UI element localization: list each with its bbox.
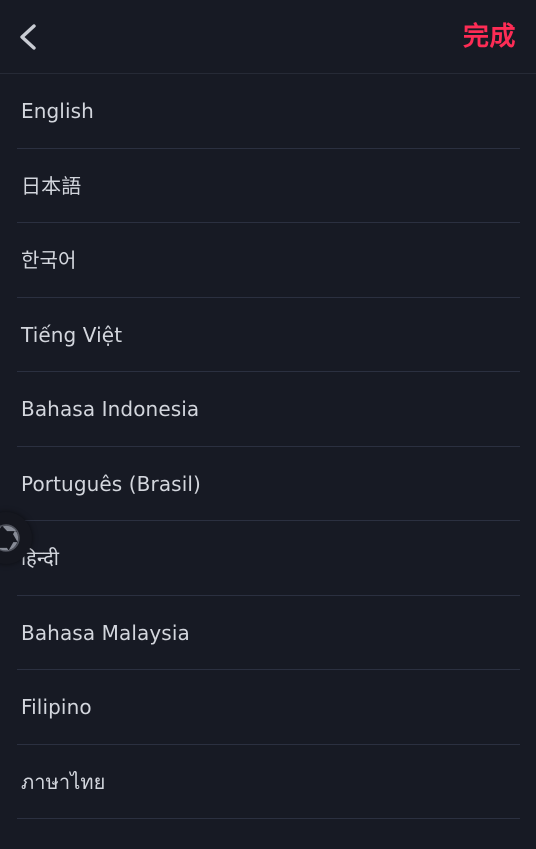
language-label: Bahasa Malaysia [21, 620, 190, 645]
language-label: Português (Brasil) [21, 471, 201, 496]
camera-aperture-icon [0, 523, 21, 553]
language-label: 한국어 [21, 248, 77, 273]
language-label: Bahasa Indonesia [21, 397, 200, 422]
list-item[interactable]: Filipino [0, 670, 536, 745]
language-label: Tiếng Việt [21, 322, 123, 347]
language-label: ภาษาไทย [21, 769, 106, 794]
list-item[interactable]: Português (Brasil) [0, 447, 536, 522]
language-label: English [21, 99, 94, 124]
language-list[interactable]: English 日本語 한국어 Tiếng Việt Bahasa Indone… [0, 74, 536, 849]
list-item[interactable]: Tiếng Việt [0, 298, 536, 373]
back-button[interactable] [14, 16, 56, 58]
list-item[interactable]: 한국어 [0, 223, 536, 298]
list-item[interactable]: ภาษาไทย [0, 745, 536, 820]
page-header: 完成 [0, 0, 536, 74]
chevron-left-icon [14, 22, 40, 52]
list-item[interactable]: English [0, 74, 536, 149]
list-item[interactable]: 日本語 [0, 149, 536, 224]
list-item[interactable]: Bahasa Indonesia [0, 372, 536, 447]
language-label: 日本語 [21, 173, 82, 198]
list-item[interactable]: हिन्दी [0, 521, 536, 596]
done-button[interactable]: 完成 [461, 20, 518, 54]
list-item[interactable]: Bahasa Malaysia [0, 596, 536, 671]
language-label: Filipino [21, 695, 92, 720]
